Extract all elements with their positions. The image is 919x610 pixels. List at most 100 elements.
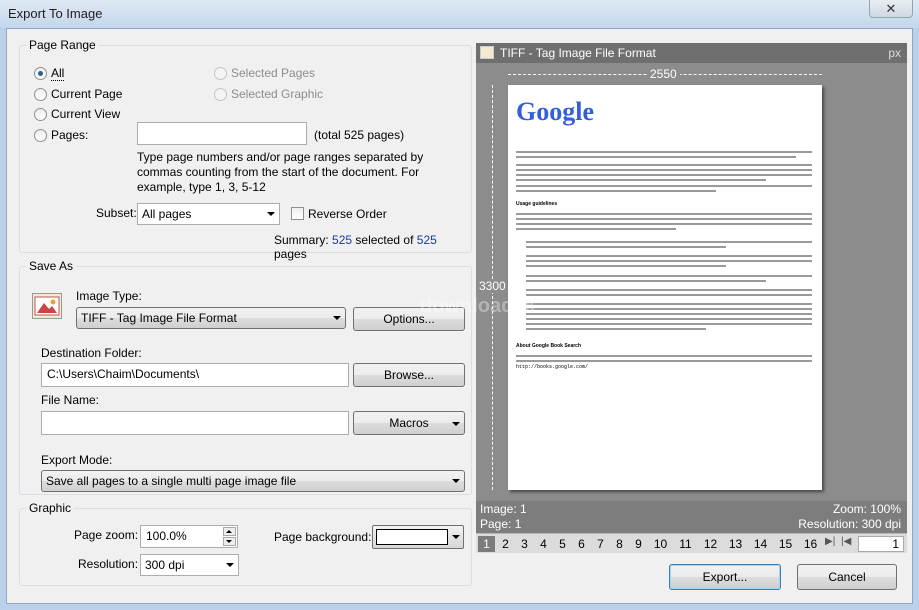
image-type-value: TIFF - Tag Image File Format [81, 311, 237, 325]
page-heading-usage: Usage guidelines [516, 201, 558, 207]
subset-select[interactable]: All pages [137, 203, 280, 225]
destination-label: Destination Folder: [41, 346, 142, 360]
chevron-down-icon [226, 563, 234, 567]
summary-text: Summary: 525 selected of 525 pages [274, 233, 471, 261]
page-range-group: Page Range All Current Page Current View… [19, 38, 472, 261]
save-as-title: Save As [26, 259, 77, 273]
page-number-button[interactable]: 13 [724, 536, 747, 552]
radio-pages[interactable] [34, 129, 47, 142]
image-type-label: Image Type: [76, 289, 142, 303]
page-range-title: Page Range [26, 38, 99, 52]
page-number-button[interactable]: 1 [478, 536, 495, 552]
subset-label: Subset: [96, 206, 137, 220]
first-page-icon[interactable]: |◀ [841, 536, 851, 547]
resolution-label: Resolution: [78, 557, 139, 571]
page-heading-about: About Google Book Search [516, 343, 582, 349]
total-pages-text: (total 525 pages) [314, 128, 405, 142]
last-page-icon[interactable]: ▶| [825, 536, 835, 547]
page-number-button[interactable]: 8 [611, 536, 628, 552]
radio-current-view[interactable] [34, 108, 47, 121]
save-as-group: Save As Image Type: TIFF - Tag Image Fil… [19, 259, 472, 495]
zoom-spinner-up[interactable] [223, 527, 236, 536]
chevron-down-icon [452, 479, 460, 483]
page-info: Page: 1 [480, 517, 522, 531]
page-number-button[interactable]: 10 [649, 536, 672, 552]
google-logo: Google [516, 97, 594, 127]
chevron-down-icon [333, 316, 341, 320]
radio-current-view-label[interactable]: Current View [51, 107, 120, 121]
image-info: Image: 1 [480, 502, 527, 516]
summary-selected: 525 [332, 233, 353, 247]
page-number-button[interactable]: 2 [497, 536, 514, 552]
graphic-group: Graphic Page zoom: 100.0% Resolution: 30… [19, 501, 472, 586]
resolution-select[interactable]: 300 dpi [140, 554, 239, 576]
google-logo-text: Google [516, 97, 594, 126]
close-icon[interactable]: ✕ [869, 0, 913, 18]
radio-all[interactable] [34, 67, 47, 80]
page-number-button[interactable]: 3 [516, 536, 533, 552]
macros-button[interactable]: Macros [353, 411, 465, 435]
page-number-button[interactable]: 14 [749, 536, 772, 552]
page-zoom-input[interactable]: 100.0% [140, 525, 238, 548]
radio-all-label[interactable]: All [51, 66, 65, 81]
file-name-label: File Name: [41, 393, 100, 407]
page-number-button[interactable]: 4 [535, 536, 552, 552]
preview-footer: Image: 1 Page: 1 Zoom: 100% Resolution: … [476, 501, 907, 533]
hint-line-1: Type page numbers and/or page ranges sep… [137, 150, 424, 164]
reverse-order-label[interactable]: Reverse Order [308, 207, 387, 221]
page-number-button[interactable]: 6 [573, 536, 590, 552]
width-dimension: 2550 [647, 67, 680, 81]
title-bar: Export To Image ✕ [0, 0, 919, 28]
resolution-info: Resolution: 300 dpi [798, 517, 901, 531]
zoom-spinner-down[interactable] [223, 537, 236, 546]
resolution-value: 300 dpi [145, 558, 185, 572]
current-page-input[interactable]: 1 [858, 536, 904, 552]
page-number-button[interactable]: 11 [674, 536, 697, 552]
export-mode-label: Export Mode: [41, 453, 113, 467]
preview-unit: px [888, 46, 901, 60]
page-number-button[interactable]: 12 [699, 536, 722, 552]
graphic-title: Graphic [26, 501, 75, 515]
page-background-swatch [376, 529, 448, 545]
page-number-button[interactable]: 7 [592, 536, 609, 552]
radio-current-page[interactable] [34, 88, 47, 101]
summary-middle: selected of [355, 233, 414, 247]
summary-suffix: pages [274, 247, 307, 261]
cancel-button[interactable]: Cancel [797, 564, 897, 590]
summary-total: 525 [416, 233, 437, 247]
preview-panel: TIFF - Tag Image File Format px 2550 330… [420, 43, 907, 553]
radio-current-page-label[interactable]: Current Page [51, 87, 122, 101]
page-number-button[interactable]: 9 [630, 536, 647, 552]
browse-button[interactable]: Browse... [353, 363, 465, 387]
page-number-button[interactable]: 16 [799, 536, 822, 552]
radio-selected-graphic[interactable] [214, 88, 227, 101]
page-zoom-value: 100.0% [146, 529, 187, 543]
radio-pages-label[interactable]: Pages: [51, 128, 88, 142]
image-type-select[interactable]: TIFF - Tag Image File Format [76, 307, 346, 329]
radio-selected-graphic-label[interactable]: Selected Graphic [231, 87, 323, 101]
dialog-client: Page Range All Current Page Current View… [6, 28, 913, 604]
image-type-icon [32, 293, 62, 319]
page-background-picker[interactable] [372, 525, 464, 549]
reverse-order-checkbox[interactable] [291, 207, 304, 220]
export-mode-select[interactable]: Save all pages to a single multi page im… [41, 470, 465, 492]
hint-line-3: example, type 1, 3, 5-12 [137, 180, 266, 194]
page-number-button[interactable]: 15 [774, 536, 797, 552]
radio-selected-pages-label[interactable]: Selected Pages [231, 66, 315, 80]
page-zoom-label: Page zoom: [74, 528, 139, 542]
hint-line-2: commas counting from the start of the do… [137, 165, 420, 179]
preview-page: Google Usage guidelines About Google Boo… [508, 85, 822, 490]
preview-header: TIFF - Tag Image File Format px [476, 43, 907, 63]
page-number-button[interactable]: 5 [554, 536, 571, 552]
preview-header-title: TIFF - Tag Image File Format [500, 46, 656, 60]
destination-input[interactable]: C:\Users\Chaim\Documents\ [41, 363, 349, 387]
radio-selected-pages[interactable] [214, 67, 227, 80]
pages-input[interactable] [137, 122, 307, 145]
file-name-input[interactable] [41, 411, 349, 435]
height-dimension: 3300 [479, 279, 506, 293]
chevron-down-icon [267, 212, 275, 216]
subset-value: All pages [142, 207, 192, 221]
export-button[interactable]: Export... [669, 564, 781, 590]
window-title: Export To Image [8, 6, 103, 21]
macros-label: Macros [389, 416, 429, 430]
